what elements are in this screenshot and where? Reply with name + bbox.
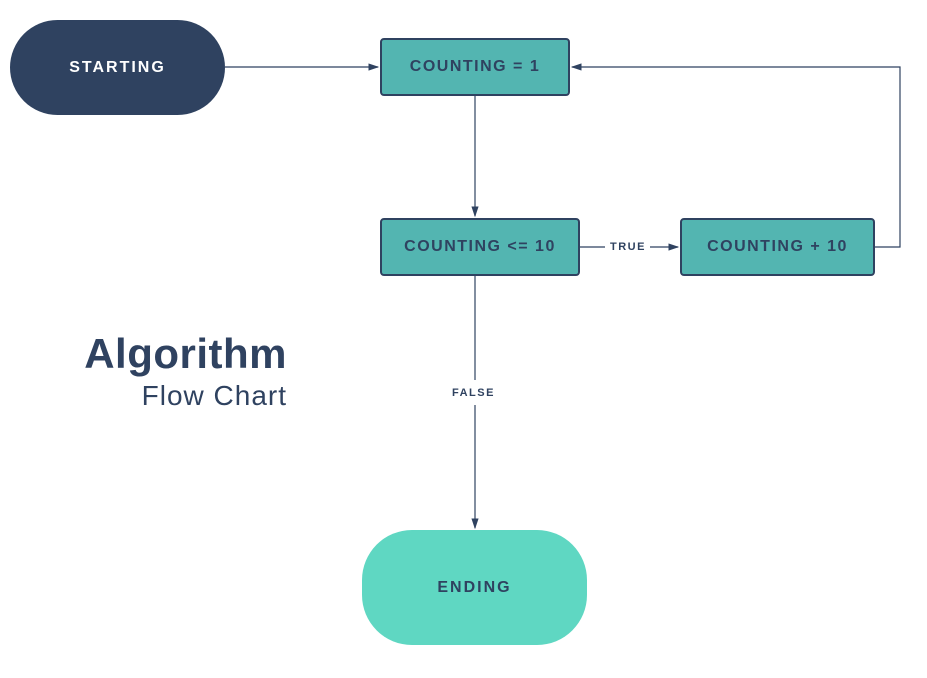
counting-inc-label: COUNTING + 10	[707, 238, 848, 256]
counting-increment-process: COUNTING + 10	[680, 218, 875, 276]
title-sub: Flow Chart	[42, 380, 287, 412]
counting-cond-label: COUNTING <= 10	[404, 238, 556, 256]
end-terminator: ENDING	[362, 530, 587, 645]
title-main: Algorithm	[42, 330, 287, 378]
counting-condition-process: COUNTING <= 10	[380, 218, 580, 276]
counting-init-label: COUNTING = 1	[410, 58, 540, 76]
counting-init-process: COUNTING = 1	[380, 38, 570, 96]
diagram-title: Algorithm Flow Chart	[42, 330, 287, 412]
start-label: STARTING	[69, 59, 166, 77]
start-terminator: STARTING	[10, 20, 225, 115]
edge-label-true: TRUE	[610, 241, 646, 253]
edge-label-false: FALSE	[452, 387, 495, 399]
end-label: ENDING	[437, 579, 511, 597]
